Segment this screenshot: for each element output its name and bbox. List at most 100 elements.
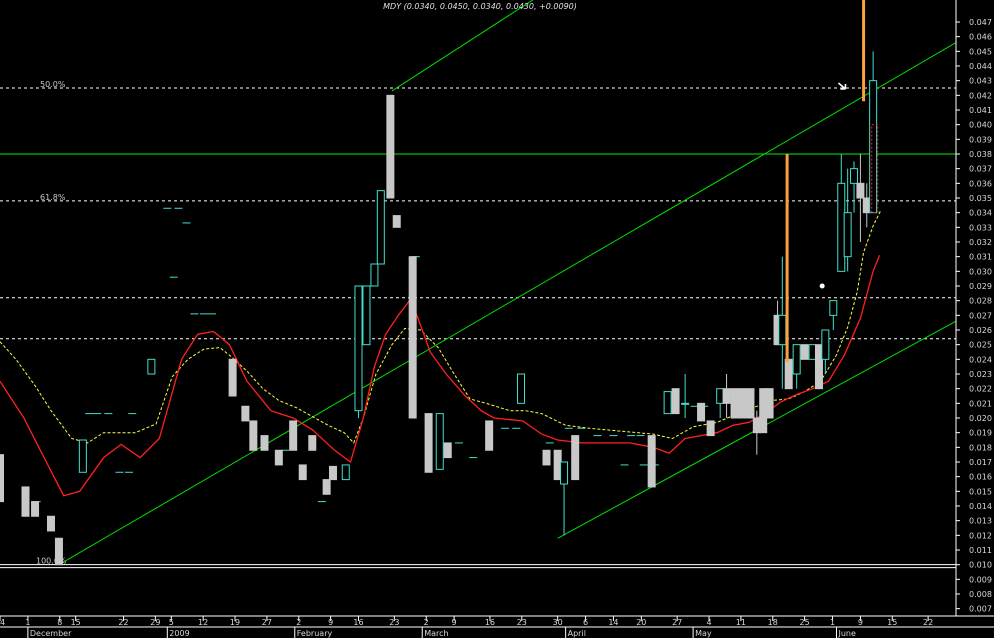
x-tick-label: 15 bbox=[71, 618, 81, 627]
x-tick-label: 8 bbox=[57, 618, 62, 627]
candle-body bbox=[821, 329, 830, 360]
candle-body bbox=[829, 300, 838, 316]
candle-body bbox=[308, 435, 317, 451]
y-tick-label: 0.026 bbox=[969, 326, 992, 335]
y-tick-label: 0.042 bbox=[969, 91, 992, 100]
y-tick-label: 0.043 bbox=[969, 77, 992, 86]
candlestick-chart[interactable]: 50.0%61.8%100.0% 0.0470.0460.0450.0440.0… bbox=[0, 0, 994, 638]
y-tick-label: 0.020 bbox=[969, 414, 992, 423]
x-tick-label: 4 bbox=[706, 618, 711, 627]
y-tick-label: 0.036 bbox=[969, 179, 992, 188]
y-tick-label: 0.018 bbox=[969, 443, 992, 452]
x-tick-label: 29 bbox=[150, 618, 160, 627]
candle-body bbox=[228, 358, 237, 397]
candle-body bbox=[706, 420, 715, 437]
fib-label: 50.0% bbox=[40, 80, 66, 89]
candle-body bbox=[322, 479, 331, 495]
x-tick-label: 24 bbox=[0, 618, 5, 627]
candle-body bbox=[843, 212, 852, 258]
x-tick-label: 1 bbox=[25, 618, 30, 627]
candle-body bbox=[260, 435, 269, 451]
candle-body bbox=[289, 420, 298, 451]
candle-body bbox=[274, 449, 283, 466]
candle-body bbox=[298, 464, 307, 481]
x-tick-label: 22 bbox=[923, 618, 933, 627]
candle-body bbox=[542, 449, 551, 466]
y-tick-label: 0.011 bbox=[969, 546, 992, 555]
candle-body bbox=[485, 420, 494, 451]
month-label: 2009 bbox=[169, 629, 189, 638]
candle-body bbox=[765, 388, 774, 419]
x-tick-label: 23 bbox=[517, 618, 527, 627]
candle-body bbox=[386, 94, 395, 199]
candle-body bbox=[784, 358, 793, 390]
y-tick-label: 0.041 bbox=[969, 106, 992, 115]
y-tick-label: 0.023 bbox=[969, 370, 992, 379]
x-tick-label: 9 bbox=[328, 618, 333, 627]
y-tick-label: 0.025 bbox=[969, 341, 992, 350]
x-tick-label: 14 bbox=[608, 618, 618, 627]
candle-body bbox=[329, 465, 338, 481]
candle-body bbox=[362, 285, 371, 346]
y-tick-label: 0.009 bbox=[969, 575, 992, 584]
month-label: April bbox=[568, 629, 586, 638]
candle-body bbox=[560, 461, 569, 485]
candle-body bbox=[850, 168, 859, 184]
x-tick-label: 9 bbox=[858, 618, 863, 627]
y-tick-label: 0.019 bbox=[969, 429, 992, 438]
x-tick-label: 9 bbox=[452, 618, 457, 627]
y-tick-label: 0.046 bbox=[969, 33, 992, 42]
x-tick-label: 2 bbox=[296, 618, 301, 627]
x-tick-label: 23 bbox=[389, 618, 399, 627]
candle-body bbox=[869, 80, 878, 214]
x-tick-label: 6 bbox=[583, 618, 588, 627]
candle-body bbox=[800, 344, 809, 360]
candle-body bbox=[730, 388, 739, 419]
y-tick-label: 0.038 bbox=[969, 150, 992, 159]
white-dot-marker bbox=[819, 283, 825, 289]
fib-label: 61.8% bbox=[40, 193, 66, 202]
candle-body bbox=[435, 413, 444, 470]
y-tick-label: 0.008 bbox=[969, 590, 992, 599]
chart-background bbox=[0, 0, 994, 638]
x-tick-label: 16 bbox=[485, 618, 495, 627]
candle-body bbox=[778, 314, 787, 346]
y-tick-label: 0.044 bbox=[969, 62, 992, 71]
candle-body bbox=[354, 285, 363, 412]
month-label: June bbox=[838, 629, 857, 638]
y-tick-label: 0.028 bbox=[969, 297, 992, 306]
y-tick-label: 0.014 bbox=[969, 502, 992, 511]
x-tick-label: 25 bbox=[800, 618, 810, 627]
candle-body bbox=[663, 391, 672, 415]
candle-body bbox=[46, 515, 55, 532]
x-tick-label: 16 bbox=[353, 618, 363, 627]
candle-body bbox=[31, 501, 40, 517]
candle-body bbox=[241, 405, 250, 422]
y-tick-label: 0.024 bbox=[969, 355, 992, 364]
candle-body bbox=[856, 182, 865, 199]
candle-body bbox=[738, 388, 747, 419]
x-tick-label: 22 bbox=[118, 618, 128, 627]
month-label: December bbox=[30, 629, 72, 638]
x-tick-label: 15 bbox=[887, 618, 897, 627]
y-tick-label: 0.045 bbox=[969, 47, 992, 56]
candle-body bbox=[671, 388, 680, 415]
y-tick-label: 0.033 bbox=[969, 223, 992, 232]
candle-body bbox=[392, 215, 401, 228]
month-label: March bbox=[424, 629, 448, 638]
y-tick-label: 0.007 bbox=[969, 605, 992, 614]
y-tick-label: 0.031 bbox=[969, 253, 992, 262]
y-tick-label: 0.021 bbox=[969, 399, 992, 408]
candle-body bbox=[249, 420, 258, 451]
candle-body bbox=[408, 256, 417, 419]
x-tick-label: 11 bbox=[736, 618, 746, 627]
candle-body bbox=[792, 344, 801, 375]
candle-body bbox=[370, 263, 379, 287]
y-tick-label: 0.013 bbox=[969, 517, 992, 526]
y-tick-label: 0.040 bbox=[969, 121, 992, 130]
x-tick-label: 27 bbox=[262, 618, 272, 627]
candle-body bbox=[722, 388, 731, 404]
x-tick-label: 12 bbox=[198, 618, 208, 627]
candle-body bbox=[147, 358, 156, 375]
y-tick-label: 0.029 bbox=[969, 282, 992, 291]
